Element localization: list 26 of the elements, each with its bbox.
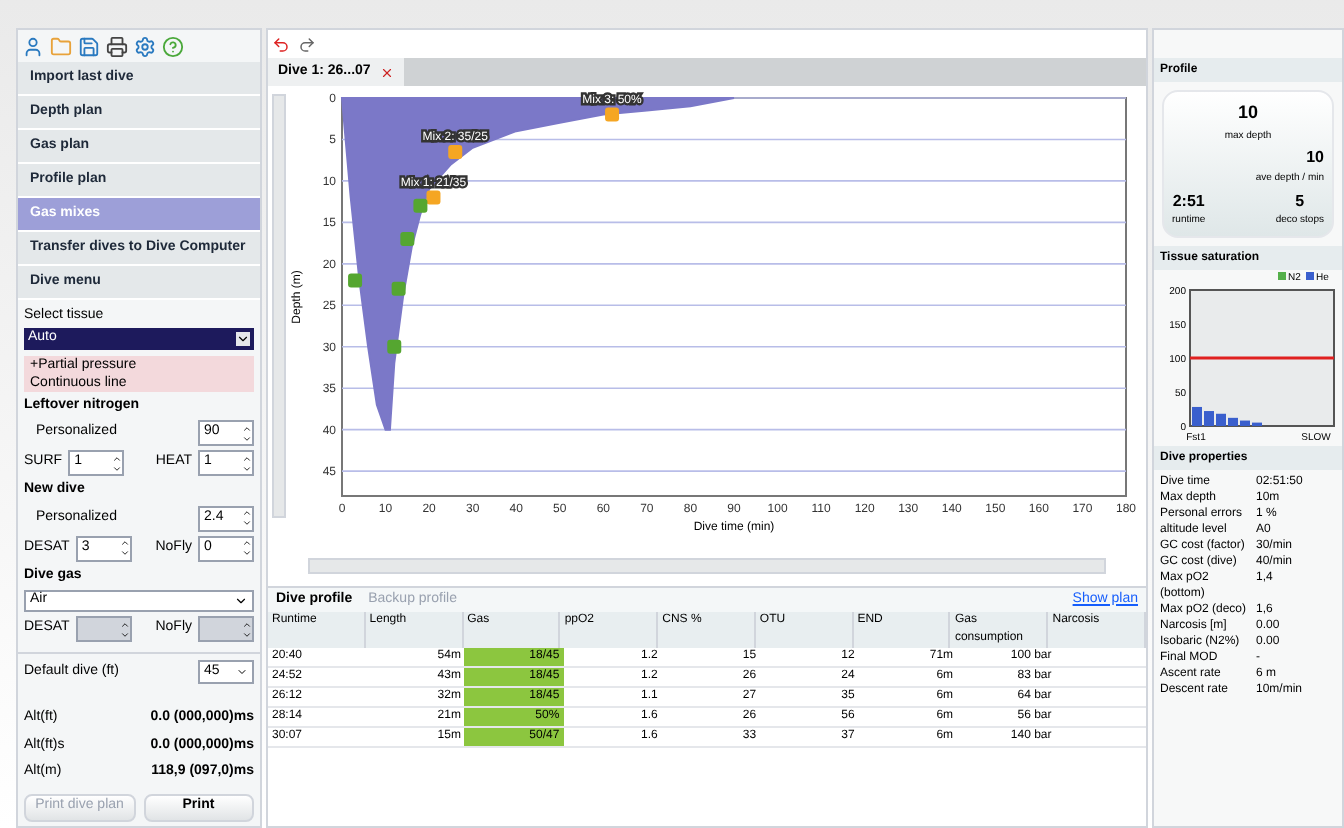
caret-icon [236,331,250,345]
save-icon[interactable] [78,35,100,57]
user-icon[interactable] [22,35,44,57]
redo-icon[interactable] [298,35,316,53]
vertical-scrollbar[interactable] [272,94,286,518]
help-icon[interactable] [162,35,184,57]
stat-value: 2:51 [1172,189,1205,213]
spinner-icon[interactable] [119,538,130,558]
spinner-icon[interactable] [112,453,123,473]
spinner-icon[interactable] [242,423,252,443]
print-icon[interactable] [106,35,128,57]
horizontal-scrollbar[interactable] [308,558,1106,574]
spinner-icon[interactable] [242,508,252,528]
spinner-icon[interactable] [242,453,252,473]
spinner-icon[interactable] [242,538,252,558]
stat-value: 5 [1295,189,1305,213]
stat-value: 10 [1306,146,1324,170]
undo-icon[interactable] [272,35,290,53]
legend-swatch [1278,272,1286,280]
caret-icon [236,666,248,678]
settings-icon[interactable] [134,35,156,57]
limit-line [1190,356,1334,360]
close-icon[interactable] [380,65,395,79]
caret-icon [234,594,248,608]
stat-value: 10 [1237,100,1258,126]
legend-swatch [1306,272,1314,280]
